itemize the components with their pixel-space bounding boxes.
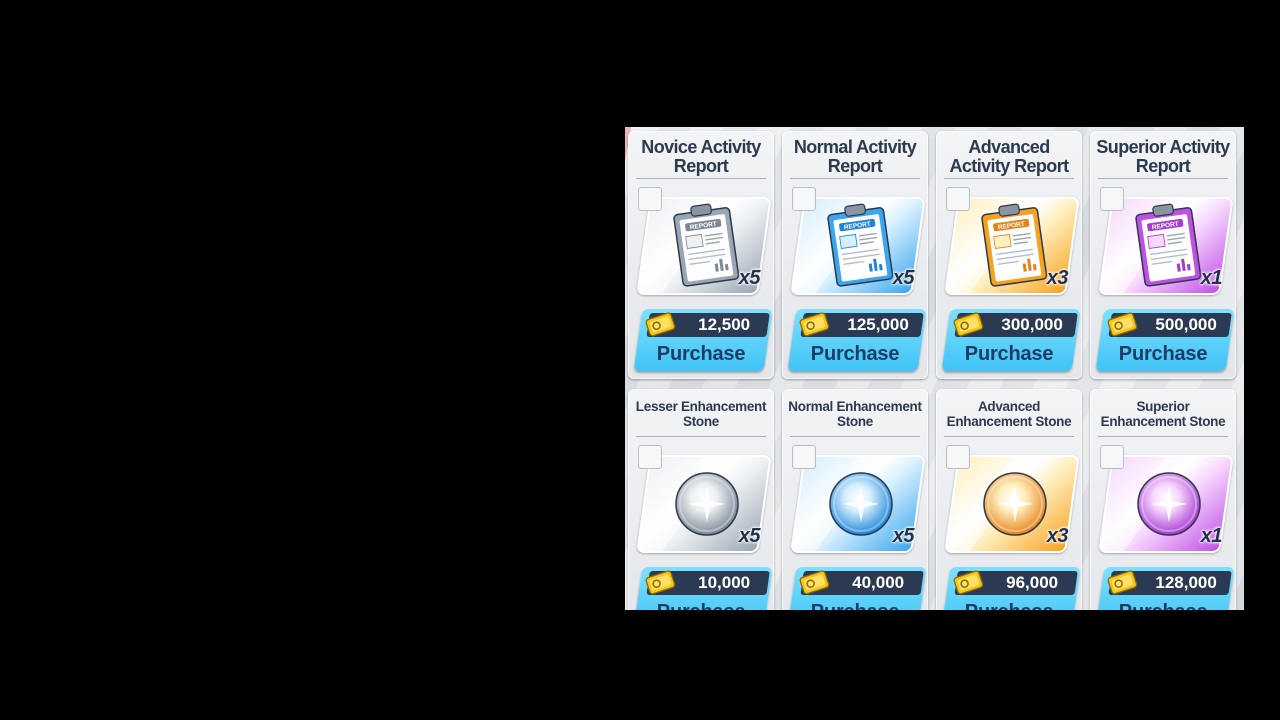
price-bar: 40,000 (798, 568, 924, 596)
shop-item-card[interactable]: Superior Activity Report REPORT x1 500,0… (1090, 131, 1236, 379)
title-divider (1098, 436, 1228, 437)
select-checkbox[interactable] (1100, 445, 1124, 469)
price-bar: 10,000 (644, 568, 770, 596)
gold-credit-ticket-icon (1106, 568, 1138, 596)
title-divider (636, 436, 766, 437)
purchase-label: Purchase (636, 599, 766, 610)
price-bar: 500,000 (1106, 310, 1232, 338)
item-quantity: x3 (1046, 267, 1069, 289)
item-title: Advanced Activity Report (949, 137, 1069, 176)
select-checkbox[interactable] (638, 445, 662, 469)
purchase-label: Purchase (810, 343, 900, 365)
price-bar: 128,000 (1106, 568, 1232, 596)
item-quantity: x5 (738, 525, 761, 547)
shop-panel: Novice Activity Report REPORT x5 12,500 … (625, 127, 1244, 610)
item-title: Lesser Enhancement Stone (635, 399, 767, 429)
gold-credit-ticket-icon (1106, 310, 1138, 338)
purchase-button[interactable]: 500,000 Purchase (1095, 309, 1235, 371)
item-title: Advanced Enhancement Stone (946, 399, 1072, 429)
price-bar: 300,000 (952, 310, 1078, 338)
price-bar: 96,000 (952, 568, 1078, 596)
gold-credit-ticket-icon (952, 568, 984, 596)
item-price: 96,000 (1006, 573, 1059, 592)
shop-item-card[interactable]: Normal Enhancement Stone x5 40,000 (782, 389, 928, 610)
title-divider (944, 178, 1074, 179)
purchase-label: Purchase (1098, 599, 1228, 610)
shop-item-grid: Novice Activity Report REPORT x5 12,500 … (628, 131, 1240, 610)
gold-credit-ticket-icon (798, 310, 830, 338)
select-checkbox[interactable] (638, 187, 662, 211)
item-price: 500,000 (1155, 315, 1217, 334)
gold-credit-ticket-icon (952, 310, 984, 338)
purchase-label: Purchase (1118, 343, 1208, 365)
item-title: Superior Activity Report (1096, 137, 1230, 176)
shop-item-card[interactable]: Superior Enhancement Stone x1 128,000 (1090, 389, 1236, 610)
gold-credit-ticket-icon (644, 568, 676, 596)
purchase-button[interactable]: 40,000 Purchase (787, 567, 927, 610)
select-checkbox[interactable] (946, 445, 970, 469)
select-checkbox[interactable] (946, 187, 970, 211)
purchase-label: Purchase (790, 599, 920, 610)
item-price: 125,000 (847, 315, 909, 334)
item-price: 128,000 (1155, 573, 1217, 592)
item-title: Novice Activity Report (641, 137, 761, 176)
select-checkbox[interactable] (1100, 187, 1124, 211)
purchase-label: Purchase (944, 599, 1074, 610)
item-title: Normal Activity Report (793, 137, 917, 176)
purchase-button[interactable]: 10,000 Purchase (633, 567, 773, 610)
item-quantity: x5 (738, 267, 761, 289)
shop-item-card[interactable]: Advanced Enhancement Stone x3 96,000 (936, 389, 1082, 610)
item-title: Superior Enhancement Stone (1100, 399, 1226, 429)
purchase-label: Purchase (964, 343, 1054, 365)
purchase-button[interactable]: 96,000 Purchase (941, 567, 1081, 610)
purchase-label: Purchase (656, 343, 746, 365)
price-bar: 125,000 (798, 310, 924, 338)
shop-item-card[interactable]: Lesser Enhancement Stone x5 10,000 (628, 389, 774, 610)
item-price: 300,000 (1001, 315, 1063, 334)
item-price: 12,500 (698, 315, 751, 334)
item-quantity: x3 (1046, 525, 1069, 547)
item-quantity: x5 (892, 525, 915, 547)
gold-credit-ticket-icon (644, 310, 676, 338)
purchase-button[interactable]: 12,500 Purchase (633, 309, 773, 371)
price-bar: 12,500 (644, 310, 770, 338)
item-price: 40,000 (852, 573, 905, 592)
select-checkbox[interactable] (792, 187, 816, 211)
shop-item-card[interactable]: Advanced Activity Report REPORT x3 300,0… (936, 131, 1082, 379)
purchase-button[interactable]: 125,000 Purchase (787, 309, 927, 371)
item-title: Normal Enhancement Stone (788, 399, 922, 429)
item-quantity: x5 (892, 267, 915, 289)
title-divider (636, 178, 766, 179)
shop-item-card[interactable]: Normal Activity Report REPORT x5 125,000… (782, 131, 928, 379)
title-divider (944, 436, 1074, 437)
purchase-button[interactable]: 300,000 Purchase (941, 309, 1081, 371)
title-divider (790, 436, 920, 437)
shop-item-card[interactable]: Novice Activity Report REPORT x5 12,500 … (628, 131, 774, 379)
item-quantity: x1 (1200, 525, 1223, 547)
title-divider (790, 178, 920, 179)
purchase-button[interactable]: 128,000 Purchase (1095, 567, 1235, 610)
gold-credit-ticket-icon (798, 568, 830, 596)
item-quantity: x1 (1200, 267, 1223, 289)
item-price: 10,000 (698, 573, 751, 592)
title-divider (1098, 178, 1228, 179)
select-checkbox[interactable] (792, 445, 816, 469)
